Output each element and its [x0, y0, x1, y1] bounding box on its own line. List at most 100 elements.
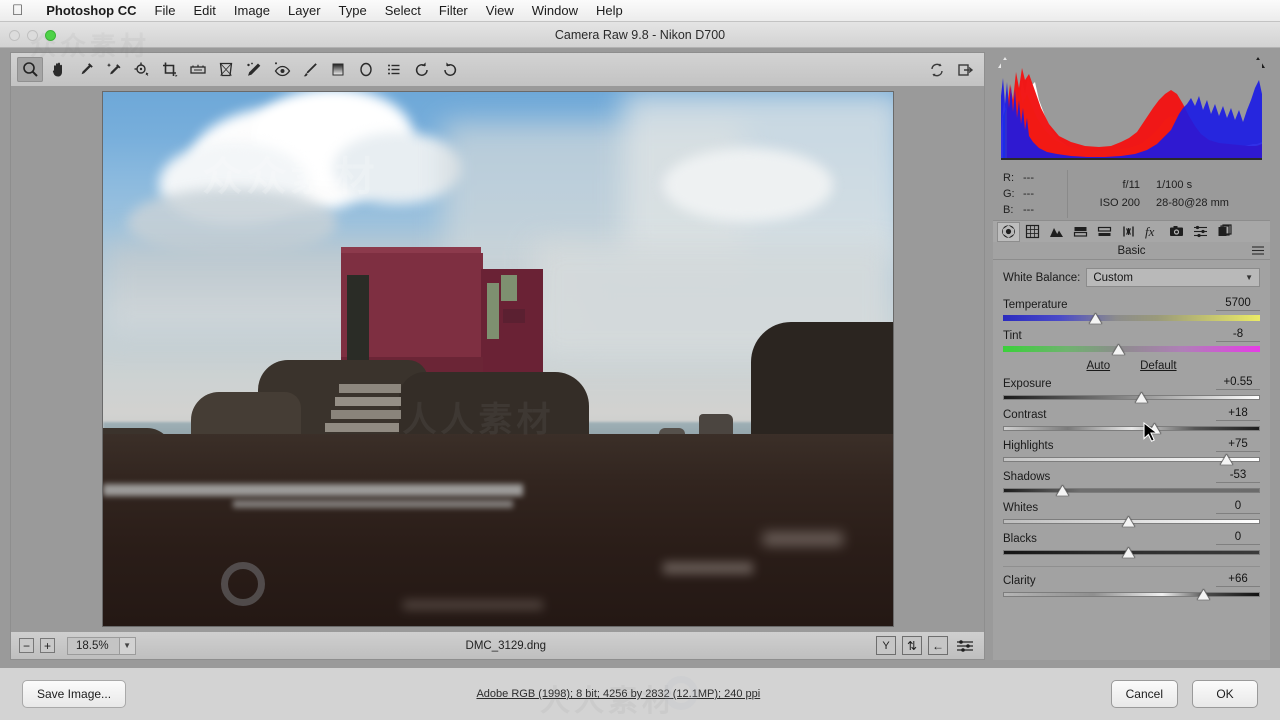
- slider-handle[interactable]: [1122, 516, 1136, 527]
- menu-item-image[interactable]: Image: [225, 3, 279, 18]
- swap-before-after-button[interactable]: ⇅: [902, 636, 922, 655]
- slider-handle[interactable]: [1196, 589, 1210, 600]
- menu-item-photoshop[interactable]: Photoshop CC: [37, 3, 145, 18]
- slider-handle[interactable]: [1220, 454, 1234, 465]
- exif-row: ISO 200 28-80@28 mm: [1084, 194, 1260, 212]
- slider-value[interactable]: 0: [1216, 500, 1260, 514]
- full-screen-icon[interactable]: [952, 57, 978, 82]
- targeted-adjustment-tool[interactable]: [129, 57, 155, 82]
- tab-detail[interactable]: [1045, 222, 1068, 242]
- rotate-counterclockwise-tool[interactable]: [409, 57, 435, 82]
- minimize-button[interactable]: [27, 30, 38, 41]
- slider-shadows[interactable]: Shadows -53: [1003, 469, 1260, 496]
- slider-track[interactable]: [1003, 547, 1260, 558]
- slider-handle[interactable]: [1055, 485, 1069, 496]
- hand-tool[interactable]: [45, 57, 71, 82]
- slider-track[interactable]: [1003, 589, 1260, 600]
- slider-handle[interactable]: [1122, 547, 1136, 558]
- tab-basic[interactable]: [997, 221, 1020, 242]
- slider-blacks[interactable]: Blacks 0: [1003, 531, 1260, 558]
- slider-handle[interactable]: [1135, 392, 1149, 403]
- tab-camera-calibration[interactable]: [1165, 222, 1188, 242]
- photo-steps: [334, 397, 401, 406]
- tab-lens-corrections[interactable]: [1117, 222, 1140, 242]
- zoom-in-button[interactable]: +: [40, 638, 55, 653]
- slider-track[interactable]: [1003, 344, 1260, 355]
- color-sampler-tool[interactable]: [101, 57, 127, 82]
- tab-split-toning[interactable]: [1093, 222, 1116, 242]
- window-controls: [9, 30, 56, 41]
- image-canvas[interactable]: 众众素材 人人素材: [11, 87, 984, 631]
- slider-tint[interactable]: Tint -8: [1003, 328, 1260, 355]
- preview-y-button[interactable]: Y: [876, 636, 896, 655]
- save-image-button[interactable]: Save Image...: [22, 680, 127, 708]
- slider-exposure[interactable]: Exposure +0.55: [1003, 376, 1260, 403]
- slider-track[interactable]: [1003, 454, 1260, 465]
- slider-value[interactable]: -8: [1216, 328, 1260, 342]
- straighten-tool[interactable]: [185, 57, 211, 82]
- raw-photo[interactable]: 众众素材 人人素材: [102, 92, 893, 626]
- slider-handle[interactable]: [1112, 344, 1126, 355]
- toggle-preview-icon[interactable]: [924, 57, 950, 82]
- white-balance-tool[interactable]: [73, 57, 99, 82]
- adjustment-brush-tool[interactable]: [297, 57, 323, 82]
- close-button[interactable]: [9, 30, 20, 41]
- red-eye-removal-tool[interactable]: [269, 57, 295, 82]
- menu-item-select[interactable]: Select: [376, 3, 430, 18]
- crop-tool[interactable]: [157, 57, 183, 82]
- rotate-clockwise-tool[interactable]: [437, 57, 463, 82]
- menu-item-edit[interactable]: Edit: [184, 3, 224, 18]
- slider-value[interactable]: +75: [1216, 438, 1260, 452]
- slider-track[interactable]: [1003, 485, 1260, 496]
- maximize-button[interactable]: [45, 30, 56, 41]
- transform-tool[interactable]: [213, 57, 239, 82]
- slider-track[interactable]: [1003, 392, 1260, 403]
- white-balance-select[interactable]: Custom ▼: [1086, 268, 1260, 287]
- graduated-filter-tool[interactable]: [325, 57, 351, 82]
- tab-tone-curve[interactable]: [1021, 222, 1044, 242]
- slider-temperature[interactable]: Temperature 5700: [1003, 297, 1260, 324]
- copy-settings-button[interactable]: ←: [928, 636, 948, 655]
- ok-button[interactable]: OK: [1192, 680, 1258, 708]
- tab-presets[interactable]: [1189, 222, 1212, 242]
- tab-hsl-grayscale[interactable]: [1069, 222, 1092, 242]
- slider-value[interactable]: +18: [1216, 407, 1260, 421]
- menu-item-filter[interactable]: Filter: [430, 3, 477, 18]
- menu-item-view[interactable]: View: [477, 3, 523, 18]
- zoom-level-select[interactable]: 18.5% ▼: [67, 636, 136, 655]
- slider-track[interactable]: [1003, 516, 1260, 527]
- tab-effects[interactable]: fx: [1141, 222, 1164, 242]
- apple-logo-icon[interactable]: : [12, 3, 23, 18]
- slider-value[interactable]: -53: [1216, 469, 1260, 483]
- auto-button[interactable]: Auto: [1086, 360, 1110, 372]
- radial-filter-tool[interactable]: [353, 57, 379, 82]
- preferences-button[interactable]: [954, 636, 976, 655]
- preset-list-tool[interactable]: [381, 57, 407, 82]
- slider-highlights[interactable]: Highlights +75: [1003, 438, 1260, 465]
- slider-value[interactable]: +0.55: [1216, 376, 1260, 390]
- menu-item-file[interactable]: File: [146, 3, 185, 18]
- menu-item-window[interactable]: Window: [523, 3, 587, 18]
- slider-label: Blacks: [1003, 533, 1037, 545]
- slider-value[interactable]: +66: [1216, 573, 1260, 587]
- slider-value[interactable]: 5700: [1216, 297, 1260, 311]
- tab-snapshots[interactable]: [1213, 222, 1236, 242]
- slider-track[interactable]: [1003, 423, 1260, 434]
- zoom-out-button[interactable]: −: [19, 638, 34, 653]
- slider-value[interactable]: 0: [1216, 531, 1260, 545]
- zoom-tool[interactable]: [17, 57, 43, 82]
- photo-wet-sand-highlight: [662, 562, 753, 574]
- spot-removal-tool[interactable]: [241, 57, 267, 82]
- slider-track[interactable]: [1003, 313, 1260, 324]
- default-button[interactable]: Default: [1140, 360, 1176, 372]
- slider-handle[interactable]: [1089, 313, 1103, 324]
- menu-item-layer[interactable]: Layer: [279, 3, 330, 18]
- slider-clarity[interactable]: Clarity +66: [1003, 573, 1260, 600]
- menu-item-type[interactable]: Type: [330, 3, 376, 18]
- slider-whites[interactable]: Whites 0: [1003, 500, 1260, 527]
- slider-contrast[interactable]: Contrast +18: [1003, 407, 1260, 434]
- panel-menu-icon[interactable]: [1252, 246, 1264, 258]
- cancel-button[interactable]: Cancel: [1110, 680, 1178, 708]
- menu-item-help[interactable]: Help: [587, 3, 632, 18]
- workflow-options-link[interactable]: Adobe RGB (1998); 8 bit; 4256 by 2832 (1…: [126, 688, 1111, 700]
